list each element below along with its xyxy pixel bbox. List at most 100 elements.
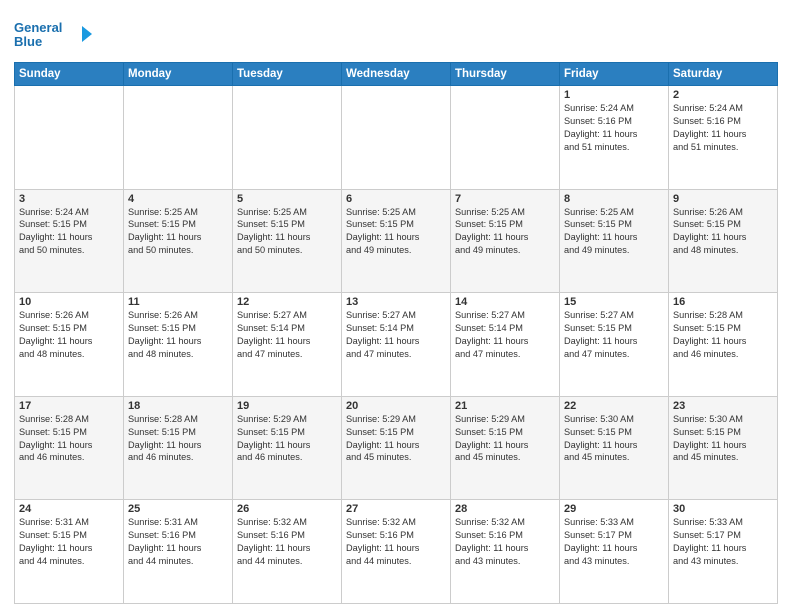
day-number: 23 xyxy=(673,400,773,412)
day-number: 4 xyxy=(128,193,228,205)
day-info: Sunrise: 5:24 AM Sunset: 5:15 PM Dayligh… xyxy=(19,206,119,258)
calendar-week-4: 17Sunrise: 5:28 AM Sunset: 5:15 PM Dayli… xyxy=(15,396,778,500)
day-number: 16 xyxy=(673,296,773,308)
calendar-week-1: 1Sunrise: 5:24 AM Sunset: 5:16 PM Daylig… xyxy=(15,86,778,190)
calendar-cell: 30Sunrise: 5:33 AM Sunset: 5:17 PM Dayli… xyxy=(669,500,778,604)
day-number: 20 xyxy=(346,400,446,412)
svg-text:General: General xyxy=(14,20,62,35)
day-info: Sunrise: 5:27 AM Sunset: 5:14 PM Dayligh… xyxy=(346,309,446,361)
calendar-cell: 25Sunrise: 5:31 AM Sunset: 5:16 PM Dayli… xyxy=(124,500,233,604)
day-info: Sunrise: 5:25 AM Sunset: 5:15 PM Dayligh… xyxy=(346,206,446,258)
day-number: 9 xyxy=(673,193,773,205)
day-info: Sunrise: 5:28 AM Sunset: 5:15 PM Dayligh… xyxy=(673,309,773,361)
day-number: 27 xyxy=(346,503,446,515)
day-number: 5 xyxy=(237,193,337,205)
day-number: 2 xyxy=(673,89,773,101)
day-info: Sunrise: 5:32 AM Sunset: 5:16 PM Dayligh… xyxy=(346,516,446,568)
calendar-cell: 11Sunrise: 5:26 AM Sunset: 5:15 PM Dayli… xyxy=(124,293,233,397)
day-info: Sunrise: 5:24 AM Sunset: 5:16 PM Dayligh… xyxy=(673,102,773,154)
calendar-cell: 2Sunrise: 5:24 AM Sunset: 5:16 PM Daylig… xyxy=(669,86,778,190)
day-info: Sunrise: 5:24 AM Sunset: 5:16 PM Dayligh… xyxy=(564,102,664,154)
calendar-cell: 4Sunrise: 5:25 AM Sunset: 5:15 PM Daylig… xyxy=(124,189,233,293)
svg-text:Blue: Blue xyxy=(14,34,42,49)
day-info: Sunrise: 5:28 AM Sunset: 5:15 PM Dayligh… xyxy=(19,413,119,465)
day-info: Sunrise: 5:25 AM Sunset: 5:15 PM Dayligh… xyxy=(128,206,228,258)
day-info: Sunrise: 5:25 AM Sunset: 5:15 PM Dayligh… xyxy=(237,206,337,258)
calendar-cell: 17Sunrise: 5:28 AM Sunset: 5:15 PM Dayli… xyxy=(15,396,124,500)
calendar-cell: 10Sunrise: 5:26 AM Sunset: 5:15 PM Dayli… xyxy=(15,293,124,397)
day-info: Sunrise: 5:29 AM Sunset: 5:15 PM Dayligh… xyxy=(346,413,446,465)
calendar-cell xyxy=(233,86,342,190)
day-info: Sunrise: 5:33 AM Sunset: 5:17 PM Dayligh… xyxy=(564,516,664,568)
weekday-header-tuesday: Tuesday xyxy=(233,63,342,86)
calendar-cell: 13Sunrise: 5:27 AM Sunset: 5:14 PM Dayli… xyxy=(342,293,451,397)
day-info: Sunrise: 5:32 AM Sunset: 5:16 PM Dayligh… xyxy=(455,516,555,568)
day-info: Sunrise: 5:25 AM Sunset: 5:15 PM Dayligh… xyxy=(564,206,664,258)
calendar-cell: 27Sunrise: 5:32 AM Sunset: 5:16 PM Dayli… xyxy=(342,500,451,604)
calendar-cell: 29Sunrise: 5:33 AM Sunset: 5:17 PM Dayli… xyxy=(560,500,669,604)
weekday-header-thursday: Thursday xyxy=(451,63,560,86)
calendar-cell: 5Sunrise: 5:25 AM Sunset: 5:15 PM Daylig… xyxy=(233,189,342,293)
calendar-week-2: 3Sunrise: 5:24 AM Sunset: 5:15 PM Daylig… xyxy=(15,189,778,293)
calendar-cell: 8Sunrise: 5:25 AM Sunset: 5:15 PM Daylig… xyxy=(560,189,669,293)
day-number: 28 xyxy=(455,503,555,515)
day-number: 22 xyxy=(564,400,664,412)
calendar-cell: 16Sunrise: 5:28 AM Sunset: 5:15 PM Dayli… xyxy=(669,293,778,397)
day-info: Sunrise: 5:33 AM Sunset: 5:17 PM Dayligh… xyxy=(673,516,773,568)
calendar-cell: 23Sunrise: 5:30 AM Sunset: 5:15 PM Dayli… xyxy=(669,396,778,500)
day-info: Sunrise: 5:26 AM Sunset: 5:15 PM Dayligh… xyxy=(128,309,228,361)
day-number: 26 xyxy=(237,503,337,515)
day-info: Sunrise: 5:27 AM Sunset: 5:14 PM Dayligh… xyxy=(455,309,555,361)
day-number: 24 xyxy=(19,503,119,515)
weekday-header-wednesday: Wednesday xyxy=(342,63,451,86)
day-info: Sunrise: 5:32 AM Sunset: 5:16 PM Dayligh… xyxy=(237,516,337,568)
weekday-header-friday: Friday xyxy=(560,63,669,86)
calendar-cell: 12Sunrise: 5:27 AM Sunset: 5:14 PM Dayli… xyxy=(233,293,342,397)
day-number: 7 xyxy=(455,193,555,205)
day-number: 25 xyxy=(128,503,228,515)
calendar-cell: 6Sunrise: 5:25 AM Sunset: 5:15 PM Daylig… xyxy=(342,189,451,293)
day-number: 8 xyxy=(564,193,664,205)
day-number: 17 xyxy=(19,400,119,412)
page: General Blue SundayMondayTuesdayWednesda… xyxy=(0,0,792,612)
calendar-cell xyxy=(15,86,124,190)
day-info: Sunrise: 5:25 AM Sunset: 5:15 PM Dayligh… xyxy=(455,206,555,258)
calendar-cell: 14Sunrise: 5:27 AM Sunset: 5:14 PM Dayli… xyxy=(451,293,560,397)
day-number: 1 xyxy=(564,89,664,101)
day-info: Sunrise: 5:26 AM Sunset: 5:15 PM Dayligh… xyxy=(19,309,119,361)
calendar-week-5: 24Sunrise: 5:31 AM Sunset: 5:15 PM Dayli… xyxy=(15,500,778,604)
day-number: 18 xyxy=(128,400,228,412)
day-info: Sunrise: 5:30 AM Sunset: 5:15 PM Dayligh… xyxy=(673,413,773,465)
calendar-cell: 1Sunrise: 5:24 AM Sunset: 5:16 PM Daylig… xyxy=(560,86,669,190)
day-info: Sunrise: 5:29 AM Sunset: 5:15 PM Dayligh… xyxy=(237,413,337,465)
day-number: 12 xyxy=(237,296,337,308)
calendar-table: SundayMondayTuesdayWednesdayThursdayFrid… xyxy=(14,62,778,604)
calendar-cell: 21Sunrise: 5:29 AM Sunset: 5:15 PM Dayli… xyxy=(451,396,560,500)
calendar-cell: 18Sunrise: 5:28 AM Sunset: 5:15 PM Dayli… xyxy=(124,396,233,500)
weekday-header-monday: Monday xyxy=(124,63,233,86)
day-info: Sunrise: 5:27 AM Sunset: 5:15 PM Dayligh… xyxy=(564,309,664,361)
day-number: 19 xyxy=(237,400,337,412)
day-info: Sunrise: 5:31 AM Sunset: 5:15 PM Dayligh… xyxy=(19,516,119,568)
calendar-cell xyxy=(342,86,451,190)
calendar-week-3: 10Sunrise: 5:26 AM Sunset: 5:15 PM Dayli… xyxy=(15,293,778,397)
weekday-header-sunday: Sunday xyxy=(15,63,124,86)
day-info: Sunrise: 5:27 AM Sunset: 5:14 PM Dayligh… xyxy=(237,309,337,361)
calendar-cell: 22Sunrise: 5:30 AM Sunset: 5:15 PM Dayli… xyxy=(560,396,669,500)
logo: General Blue xyxy=(14,16,94,56)
calendar-cell xyxy=(124,86,233,190)
calendar-cell: 19Sunrise: 5:29 AM Sunset: 5:15 PM Dayli… xyxy=(233,396,342,500)
calendar-cell: 9Sunrise: 5:26 AM Sunset: 5:15 PM Daylig… xyxy=(669,189,778,293)
calendar-cell: 28Sunrise: 5:32 AM Sunset: 5:16 PM Dayli… xyxy=(451,500,560,604)
day-info: Sunrise: 5:30 AM Sunset: 5:15 PM Dayligh… xyxy=(564,413,664,465)
day-number: 13 xyxy=(346,296,446,308)
calendar-cell: 15Sunrise: 5:27 AM Sunset: 5:15 PM Dayli… xyxy=(560,293,669,397)
day-info: Sunrise: 5:29 AM Sunset: 5:15 PM Dayligh… xyxy=(455,413,555,465)
calendar-cell: 20Sunrise: 5:29 AM Sunset: 5:15 PM Dayli… xyxy=(342,396,451,500)
weekday-header-row: SundayMondayTuesdayWednesdayThursdayFrid… xyxy=(15,63,778,86)
day-number: 29 xyxy=(564,503,664,515)
calendar-cell: 26Sunrise: 5:32 AM Sunset: 5:16 PM Dayli… xyxy=(233,500,342,604)
weekday-header-saturday: Saturday xyxy=(669,63,778,86)
day-number: 11 xyxy=(128,296,228,308)
day-number: 10 xyxy=(19,296,119,308)
